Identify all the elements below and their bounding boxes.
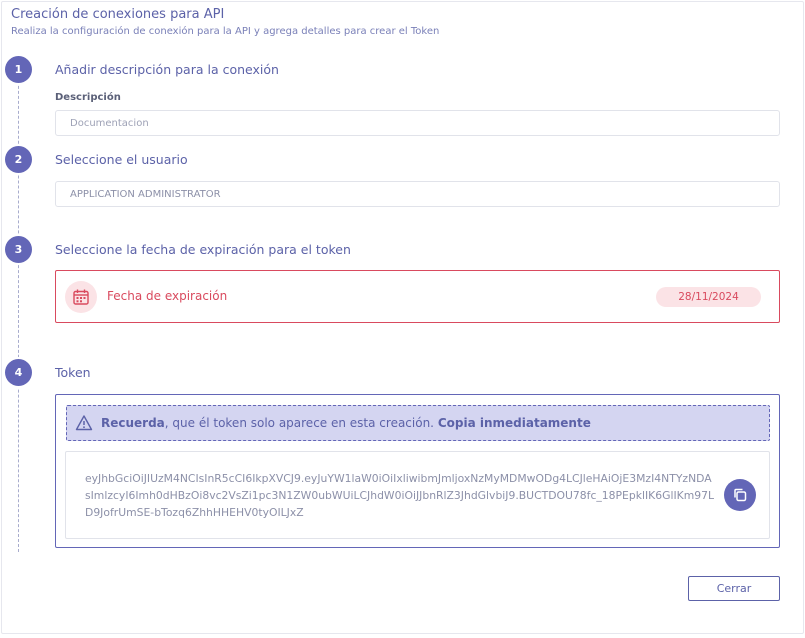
warning-middle-text: , que él token solo aparece en esta crea… bbox=[164, 416, 434, 430]
step-1-title: Añadir descripción para la conexión bbox=[55, 62, 279, 77]
token-display: eyJhbGciOiJIUzM4NCIsInR5cCI6IkpXVCJ9.eyJ… bbox=[65, 451, 770, 539]
expiry-label: Fecha de expiración bbox=[107, 289, 228, 303]
step-4-number: 4 bbox=[5, 359, 32, 386]
expiry-date-picker[interactable]: Fecha de expiración 28/11/2024 bbox=[55, 270, 780, 323]
warning-bold-start: Recuerda bbox=[101, 416, 165, 430]
warning-bold-end: Copia inmediatamente bbox=[437, 416, 591, 430]
step-2-number: 2 bbox=[5, 146, 32, 173]
user-select[interactable]: APPLICATION ADMINISTRATOR bbox=[55, 181, 780, 207]
step-4-title: Token bbox=[55, 365, 91, 380]
calendar-icon bbox=[65, 281, 97, 313]
description-field-wrapper bbox=[55, 110, 780, 136]
steps-timeline bbox=[18, 66, 19, 552]
step-1-number: 1 bbox=[5, 56, 32, 83]
description-input[interactable] bbox=[70, 117, 779, 129]
description-label: Descripción bbox=[55, 92, 121, 103]
copy-icon bbox=[732, 487, 748, 503]
expiry-date-value: 28/11/2024 bbox=[656, 287, 761, 307]
step-2-title: Seleccione el usuario bbox=[55, 152, 188, 167]
dialog-subtitle: Realiza la configuración de conexión par… bbox=[11, 26, 440, 37]
token-panel: Recuerda , que él token solo aparece en … bbox=[55, 394, 780, 548]
user-select-value: APPLICATION ADMINISTRATOR bbox=[70, 188, 221, 200]
token-warning-banner: Recuerda , que él token solo aparece en … bbox=[66, 405, 770, 441]
close-button[interactable]: Cerrar bbox=[688, 576, 780, 601]
dialog-title: Creación de conexiones para API bbox=[11, 7, 225, 22]
token-value[interactable]: eyJhbGciOiJIUzM4NCIsInR5cCI6IkpXVCJ9.eyJ… bbox=[85, 470, 715, 521]
warning-icon bbox=[75, 414, 93, 432]
step-3-number: 3 bbox=[5, 236, 32, 263]
step-3-title: Seleccione la fecha de expiración para e… bbox=[55, 242, 351, 257]
copy-token-button[interactable] bbox=[724, 479, 756, 511]
